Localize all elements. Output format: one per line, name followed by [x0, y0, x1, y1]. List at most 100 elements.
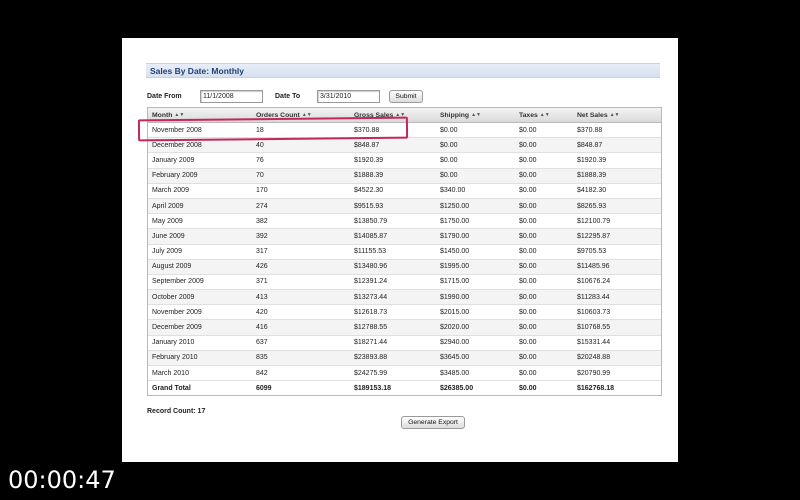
sort-arrows-icon[interactable]: ▲▼ [174, 112, 184, 118]
table-cell: 637 [252, 335, 350, 351]
table-cell: $1790.00 [436, 228, 515, 245]
table-row: July 2009 317 $11155.53 $1450.00 $0.00 $9705.… [148, 244, 661, 260]
sort-arrows-icon[interactable]: ▲▼ [540, 112, 550, 118]
table-cell: $13480.96 [350, 259, 436, 275]
table-cell: February 2010 [148, 350, 252, 367]
sort-arrows-icon[interactable]: ▲▼ [610, 112, 620, 118]
generate-export-button[interactable]: Generate Export [401, 416, 465, 429]
table-cell: $1920.39 [350, 152, 436, 169]
table-cell: $0.00 [515, 137, 573, 154]
table-row: May 2009 382 $13850.79 $1750.00 $0.00 $12100.… [148, 213, 661, 230]
table-cell: $20248.88 [573, 350, 661, 367]
table-cell: $0.00 [436, 122, 515, 139]
table-row: February 2009 70 $1888.39 $0.00 $0.00 $1888.3… [148, 168, 661, 184]
record-count: Record Count: 17 [147, 408, 206, 415]
total-cell: $162768.18 [573, 380, 661, 396]
table-cell: 420 [252, 304, 350, 321]
table-cell: $0.00 [515, 244, 573, 260]
table-cell: $2940.00 [436, 335, 515, 351]
table-cell: November 2009 [148, 304, 252, 321]
table-cell: $848.87 [350, 137, 436, 154]
date-from-input[interactable] [200, 90, 263, 103]
total-cell: Grand Total [148, 380, 252, 396]
table-cell: $15331.44 [573, 335, 661, 351]
table-cell: $12618.73 [350, 304, 436, 321]
panel-title: Sales By Date: Monthly [146, 63, 660, 78]
total-cell: $189153.18 [350, 380, 436, 396]
table-row: December 2009 416 $12788.55 $2020.00 $0.00 $1… [148, 319, 661, 336]
table-cell: $0.00 [436, 168, 515, 184]
table-cell: January 2010 [148, 335, 252, 351]
table-row: October 2009 413 $13273.44 $1990.00 $0.00 $11… [148, 289, 661, 306]
table-cell: $12788.55 [350, 319, 436, 336]
table-row: April 2009 274 $9515.93 $1250.00 $0.00 $8265.… [148, 198, 661, 215]
table-cell: $20790.99 [573, 365, 661, 382]
table-cell: $24275.99 [350, 365, 436, 382]
table-cell: $0.00 [515, 259, 573, 275]
sort-arrows-icon[interactable]: ▲▼ [302, 112, 312, 118]
table-cell: $0.00 [436, 137, 515, 154]
table-cell: April 2009 [148, 198, 252, 215]
table-cell: $12391.24 [350, 274, 436, 291]
table-cell: February 2009 [148, 168, 252, 184]
table-cell: $0.00 [515, 213, 573, 230]
video-timestamp: 00:00:47 [8, 466, 116, 494]
sort-arrows-icon[interactable]: ▲▼ [471, 112, 481, 118]
table-row: January 2009 76 $1920.39 $0.00 $0.00 $1920.39 [148, 152, 661, 169]
table-cell: $1995.00 [436, 259, 515, 275]
table-cell: $3645.00 [436, 350, 515, 367]
table-cell: 835 [252, 350, 350, 367]
table-cell: $0.00 [515, 183, 573, 199]
table-cell: August 2009 [148, 259, 252, 275]
table-cell: $13273.44 [350, 289, 436, 306]
table-cell: $1750.00 [436, 213, 515, 230]
table-cell: $4522.30 [350, 183, 436, 199]
table-cell: $10603.73 [573, 304, 661, 321]
table-cell: June 2009 [148, 228, 252, 245]
column-header-label: Taxes [519, 111, 538, 119]
table-cell: $12295.87 [573, 228, 661, 245]
table-cell: $4182.30 [573, 183, 661, 199]
table-cell: $0.00 [515, 228, 573, 245]
submit-button[interactable]: Submit [389, 90, 423, 103]
report-page: Sales By Date: Monthly Date From Date To… [122, 38, 678, 462]
table-cell: $0.00 [515, 168, 573, 184]
table-cell: 371 [252, 274, 350, 291]
table-cell: $10676.24 [573, 274, 661, 291]
table-cell: $0.00 [515, 319, 573, 336]
table-cell: 416 [252, 319, 350, 336]
table-cell: $11485.96 [573, 259, 661, 275]
table-cell: January 2009 [148, 152, 252, 169]
date-from-label: Date From [147, 93, 182, 100]
table-row: February 2010 835 $23893.88 $3645.00 $0.00 $2… [148, 350, 661, 367]
column-header-label: Month [152, 111, 173, 119]
table-cell: $9515.93 [350, 198, 436, 215]
table-cell: $0.00 [515, 350, 573, 367]
column-header[interactable]: Net Sales ▲▼ [573, 108, 661, 123]
table-row: September 2009 371 $12391.24 $1715.00 $0.00 $… [148, 274, 661, 291]
table-cell: $0.00 [515, 122, 573, 139]
table-cell: $13850.79 [350, 213, 436, 230]
table-cell: December 2009 [148, 319, 252, 336]
date-to-label: Date To [275, 93, 301, 100]
table-cell: October 2009 [148, 289, 252, 306]
total-cell: 6099 [252, 380, 350, 396]
table-cell: $1888.39 [350, 168, 436, 184]
table-row: June 2009 392 $14085.87 $1790.00 $0.00 $12295… [148, 228, 661, 245]
table-row: March 2009 170 $4522.30 $340.00 $0.00 $4182.3… [148, 183, 661, 199]
table-cell: $1990.00 [436, 289, 515, 306]
column-header[interactable]: Taxes ▲▼ [515, 108, 573, 123]
date-filter-bar: Date From Date To Submit [147, 90, 667, 104]
total-cell: $0.00 [515, 380, 573, 396]
table-cell: 392 [252, 228, 350, 245]
column-header[interactable]: Shipping ▲▼ [436, 108, 515, 123]
table-cell: $0.00 [515, 289, 573, 306]
table-row: August 2009 426 $13480.96 $1995.00 $0.00 $114… [148, 259, 661, 275]
table-cell: 70 [252, 168, 350, 184]
table-cell: March 2010 [148, 365, 252, 382]
table-row: March 2010 842 $24275.99 $3485.00 $0.00 $2079… [148, 365, 661, 382]
table-cell: $2015.00 [436, 304, 515, 321]
table-cell: $370.88 [573, 122, 661, 139]
date-to-input[interactable] [317, 90, 380, 103]
table-cell: $0.00 [515, 152, 573, 169]
